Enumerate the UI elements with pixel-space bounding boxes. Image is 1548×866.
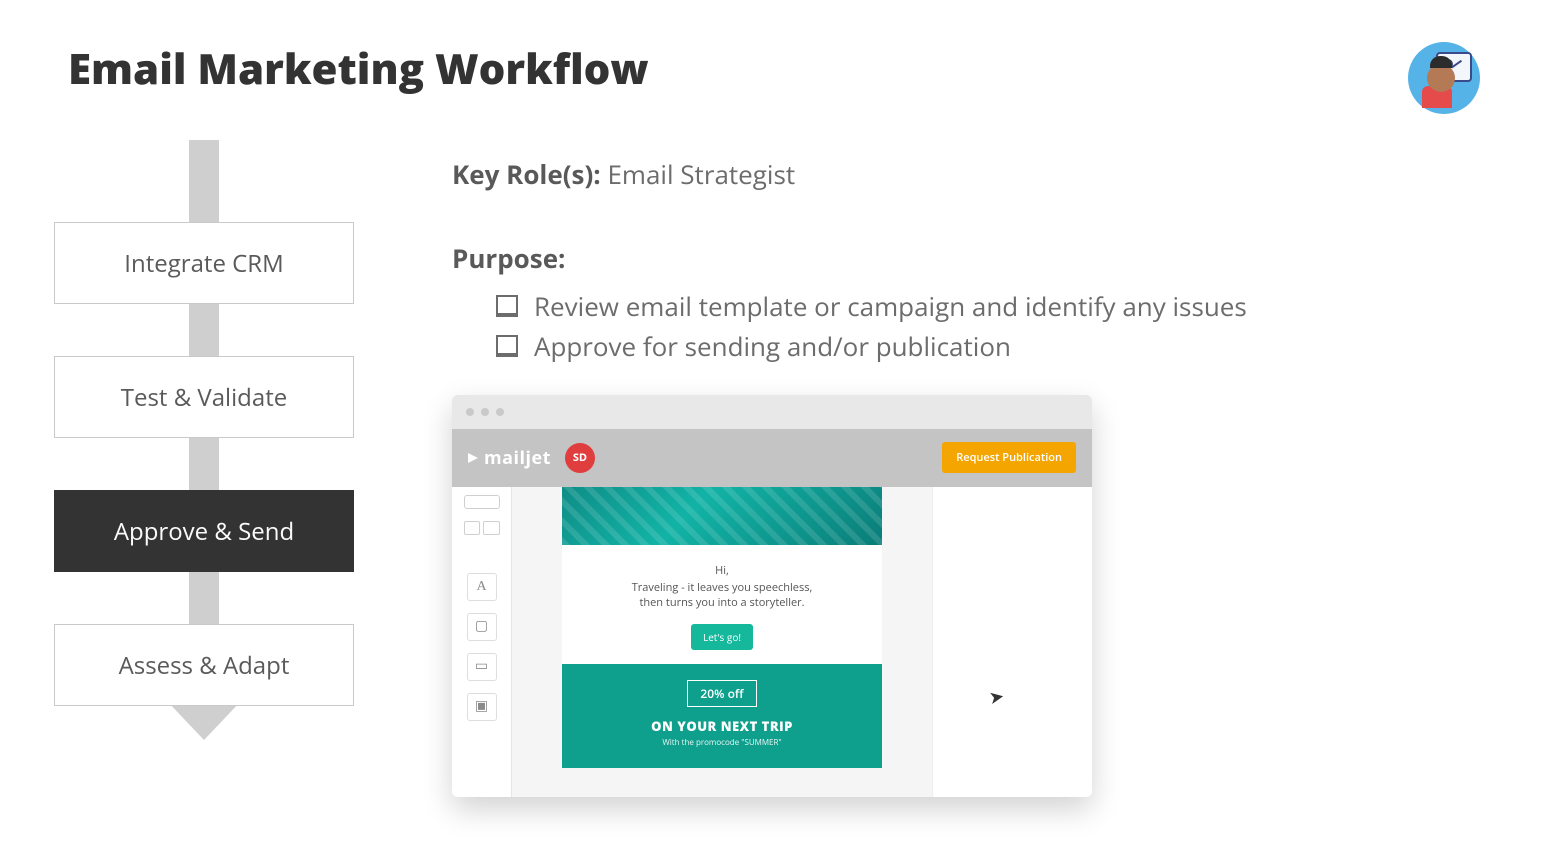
email-line-2: then turns you into a storyteller. <box>582 595 862 610</box>
email-body: Hi, Traveling - it leaves you speechless… <box>562 487 882 768</box>
step-approve-send: Approve & Send <box>54 490 354 572</box>
traffic-light-icon <box>481 408 489 416</box>
mailjet-logo: mailjet <box>468 446 551 470</box>
email-greeting: Hi, <box>582 563 862 578</box>
workflow-steps: Integrate CRM Test & Validate Approve & … <box>54 222 354 706</box>
step-integrate-crm: Integrate CRM <box>54 222 354 304</box>
button-block-icon[interactable]: ▭ <box>467 653 497 681</box>
promo-headline: ON YOUR NEXT TRIP <box>572 717 872 735</box>
promo-code-text: With the promocode "SUMMER" <box>572 737 872 748</box>
layout-block-icon[interactable] <box>464 495 500 509</box>
image-block-icon[interactable]: ▢ <box>467 613 497 641</box>
presenter-avatar <box>1408 42 1480 114</box>
editor-right-pane: ➤ <box>932 487 1092 797</box>
app-body: mailjet SD Request Publication A ▢ ▭ ▣ <box>452 429 1092 797</box>
text-block-icon[interactable]: A <box>467 573 497 601</box>
arrow-head-icon <box>166 700 242 740</box>
editor-sidebar: A ▢ ▭ ▣ <box>452 487 512 797</box>
request-publication-button[interactable]: Request Publication <box>942 442 1076 473</box>
app-main: A ▢ ▭ ▣ Hi, Traveling - it leaves you sp… <box>452 487 1092 797</box>
cursor-icon: ➤ <box>987 683 1006 709</box>
email-canvas[interactable]: Hi, Traveling - it leaves you speechless… <box>512 487 932 797</box>
traffic-light-icon <box>496 408 504 416</box>
purpose-list: Review email template or campaign and id… <box>452 286 1480 367</box>
user-badge[interactable]: SD <box>565 443 595 473</box>
email-intro-text: Hi, Traveling - it leaves you speechless… <box>562 545 882 616</box>
traffic-light-icon <box>466 408 474 416</box>
key-roles-label: Key Role(s): <box>452 156 601 192</box>
purpose-item: Review email template or campaign and id… <box>496 286 1480 326</box>
email-hero-image <box>562 487 882 545</box>
content-column: Key Role(s): Email Strategist Purpose: R… <box>452 156 1480 797</box>
key-roles-row: Key Role(s): Email Strategist <box>452 156 1480 192</box>
purpose-item: Approve for sending and/or publication <box>496 326 1480 366</box>
key-roles-value: Email Strategist <box>607 156 795 192</box>
step-test-validate: Test & Validate <box>54 356 354 438</box>
app-screenshot: mailjet SD Request Publication A ▢ ▭ ▣ <box>452 395 1092 797</box>
email-promo-block: 20% off ON YOUR NEXT TRIP With the promo… <box>562 664 882 768</box>
email-line-1: Traveling - it leaves you speechless, <box>582 580 862 595</box>
video-block-icon[interactable]: ▣ <box>467 693 497 721</box>
window-chrome <box>452 395 1092 429</box>
slide-title: Email Marketing Workflow <box>68 40 649 97</box>
email-cta-button[interactable]: Let's go! <box>691 624 753 650</box>
workflow-column: Integrate CRM Test & Validate Approve & … <box>54 140 354 706</box>
promo-discount: 20% off <box>687 680 756 707</box>
app-topbar: mailjet SD Request Publication <box>452 429 1092 487</box>
purpose-heading: Purpose: <box>452 240 1480 276</box>
avatar-face <box>1427 64 1455 92</box>
layout-two-col-icon[interactable] <box>464 521 500 535</box>
step-assess-adapt: Assess & Adapt <box>54 624 354 706</box>
